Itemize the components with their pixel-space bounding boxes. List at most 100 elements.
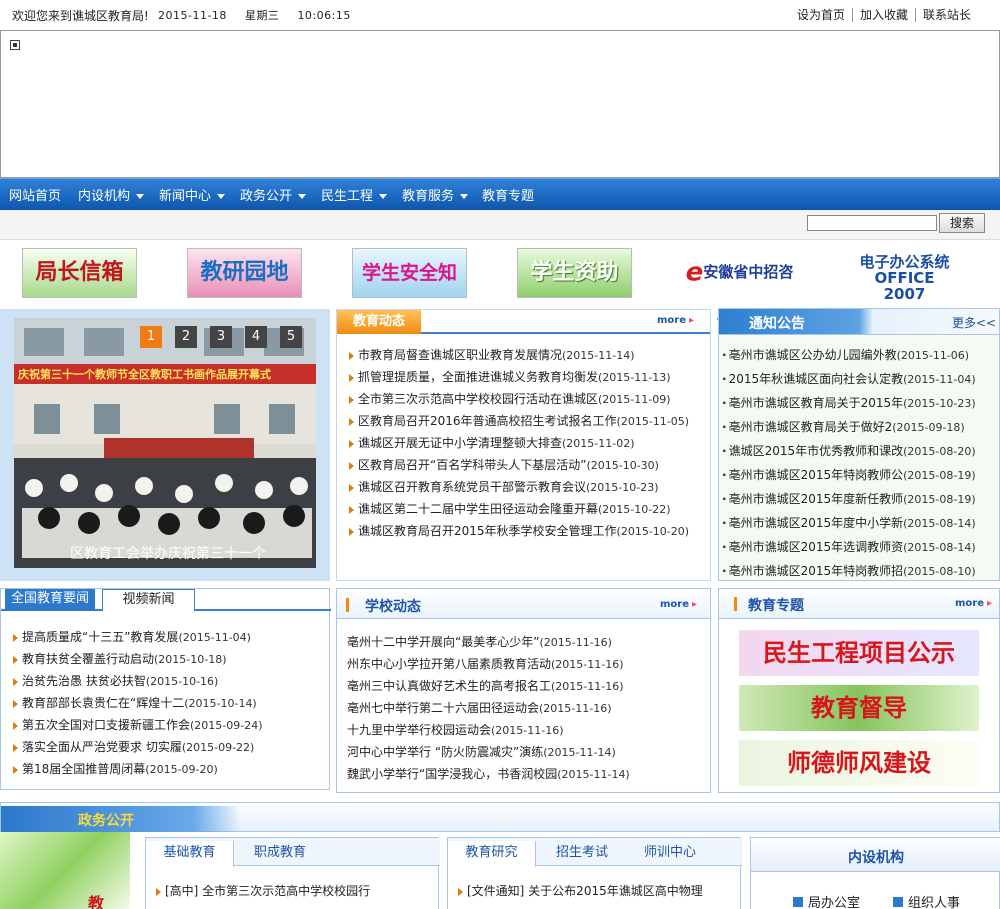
notices-more-link[interactable]: 更多<< [952, 314, 996, 331]
list-item[interactable]: 市教育局督查谯城区职业教育发展情况(2015-11-14) [349, 344, 689, 366]
student-aid-banner[interactable]: 学生资助 [517, 248, 632, 298]
slide-page-2[interactable]: 2 [175, 326, 197, 348]
list-item[interactable]: 提高质量成“十三五”教育发展(2015-11-04) [13, 626, 263, 648]
e-office-banner[interactable]: 电子办公系统 OFFICE 2007 [852, 248, 957, 302]
nav-departments[interactable]: 内设机构 [78, 185, 145, 204]
list-item[interactable]: 亳州市谯城区2015年特岗教师公(2015-08-19) [722, 463, 976, 487]
top-bar: 欢迎您来到谯城区教育局! 2015-11-18 星期三 10:06:15 设为首… [0, 0, 1000, 30]
list-item[interactable]: 2015年秋谯城区面向社会认定教(2015-11-04) [722, 367, 976, 391]
broken-image-icon [10, 40, 20, 50]
ceremony-photo: 庆祝第三十一个教师节全区教职工书画作品展开幕式 区教育工会举办庆祝第三十一个 [14, 318, 316, 568]
nav-livelihood[interactable]: 民生工程 [321, 185, 388, 204]
time-text: 10:06:15 [297, 9, 351, 22]
edu-supervision-banner[interactable]: 教育督导 [739, 685, 979, 731]
student-safety-banner[interactable]: 学生安全知识 [352, 248, 467, 332]
director-mailbox-banner[interactable]: 局长信箱 [22, 248, 137, 298]
list-item[interactable]: 教育扶贫全覆盖行动启动(2015-10-18) [13, 648, 263, 670]
school-news-list: 亳州十二中学开展向“最美孝心少年”(2015-11-16) 州东中心小学拉开第八… [347, 631, 630, 785]
slide-banner-text: 庆祝第三十一个教师节全区教职工书画作品展开幕式 [17, 367, 271, 381]
list-item[interactable]: 亳州市谯城区教育局关于2015年(2015-10-23) [722, 391, 976, 415]
teaching-research-banner[interactable]: 教研园地 [187, 248, 302, 298]
list-item[interactable]: [高中] 全市第三次示范高中学校校园行 [156, 880, 370, 902]
top-links: 设为首页 加入收藏 联系站长 [790, 6, 978, 23]
list-item[interactable]: 落实全面从严治党要求 切实履(2015-09-22) [13, 736, 263, 758]
basic-edu-panel: 基础教育 职成教育 [高中] 全市第三次示范高中学校校园行 [145, 837, 440, 909]
tab-national-news[interactable]: 全国教育要闻 [5, 589, 95, 611]
list-item[interactable]: 魏武小学举行“国学浸我心，书香润校园(2015-11-14) [347, 763, 630, 785]
tab-edu-research[interactable]: 教育研究 [448, 841, 536, 867]
notices-title: 通知公告 [749, 316, 805, 332]
school-news-more-link[interactable]: more [660, 599, 697, 610]
list-item[interactable]: 谯城区召开教育系统党员干部警示教育会议(2015-10-23) [349, 476, 689, 498]
education-news-more-link[interactable]: more [657, 315, 694, 326]
list-item[interactable]: 亳州市谯城区教育局关于做好2(2015-09-18) [722, 415, 976, 439]
list-item[interactable]: 全市第三次示范高中学校校园行活动在谯城区(2015-11-09) [349, 388, 689, 410]
list-item[interactable]: 区教育局召开2016年普通高校招生考试报名工作(2015-11-05) [349, 410, 689, 432]
list-item[interactable]: 亳州市谯城区2015年度中小学新(2015-08-14) [722, 511, 976, 535]
decorative-flower-image: 教 [0, 832, 130, 909]
nav-news-center[interactable]: 新闻中心 [159, 185, 226, 204]
list-item[interactable]: 亳州市谯城区2015年选调教师资(2015-08-14) [722, 535, 976, 559]
set-homepage-link[interactable]: 设为首页 [790, 8, 852, 22]
list-item[interactable]: 谯城区开展无证中小学清理整顿大排查(2015-11-02) [349, 432, 689, 454]
list-item[interactable]: 州东中心小学拉开第八届素质教育活动(2015-11-16) [347, 653, 630, 675]
list-item[interactable]: 亳州十二中学开展向“最美孝心少年”(2015-11-16) [347, 631, 630, 653]
list-item[interactable]: 抓管理提质量，全面推进谯城义务教育均衡发(2015-11-13) [349, 366, 689, 388]
livelihood-projects-banner[interactable]: 民生工程项目公示 [739, 630, 979, 676]
main-nav: 网站首页 内设机构 新闻中心 政务公开 民生工程 教育服务 教育专题 [0, 178, 1000, 210]
list-item[interactable]: 第18届全国推普周闭幕(2015-09-20) [13, 758, 263, 780]
slide-page-5[interactable]: 5 [280, 326, 302, 348]
welcome-text: 欢迎您来到谯城区教育局! [12, 9, 149, 23]
tab-admissions[interactable]: 招生考试 [540, 841, 624, 867]
tab-teacher-training[interactable]: 师训中心 [628, 841, 712, 867]
slideshow-caption: 区教育工会举办庆祝第三十一个 [70, 545, 266, 562]
section-marker-icon [346, 598, 349, 612]
nav-edu-topics[interactable]: 教育专题 [482, 185, 534, 204]
teacher-ethics-banner[interactable]: 师德师风建设 [739, 740, 979, 786]
chevron-down-icon [298, 194, 307, 199]
slideshow-image[interactable]: 庆祝第三十一个教师节全区教职工书画作品展开幕式 区教育工会举办庆祝第三十一个 1… [14, 318, 316, 568]
education-news-title: 教育动态 [337, 310, 421, 334]
search-input[interactable] [807, 215, 937, 231]
list-item[interactable]: 治贫先治愚 扶贫必扶智(2015-10-16) [13, 670, 263, 692]
dept-personnel-link[interactable]: 组织人事 [893, 892, 960, 909]
tab-vocational-education[interactable]: 职成教育 [238, 841, 322, 867]
slide-page-3[interactable]: 3 [210, 326, 232, 348]
slide-page-4[interactable]: 4 [245, 326, 267, 348]
basic-edu-list: [高中] 全市第三次示范高中学校校园行 [156, 880, 370, 902]
list-item[interactable]: [文件通知] 关于公布2015年谯城区高中物理 [458, 880, 703, 902]
add-favorite-link[interactable]: 加入收藏 [851, 8, 915, 22]
list-item[interactable]: 第五次全国对口支援新疆工作会(2015-09-24) [13, 714, 263, 736]
tab-video-news[interactable]: 视频新闻 [102, 589, 195, 611]
special-topics-more-link[interactable]: more [955, 598, 992, 609]
nav-home[interactable]: 网站首页 [9, 185, 61, 204]
list-item[interactable]: 十九里中学举行校园运动会(2015-11-16) [347, 719, 630, 741]
chevron-down-icon [136, 194, 145, 199]
tab-basic-education[interactable]: 基础教育 [146, 841, 234, 867]
banner-frame [0, 30, 1000, 178]
special-topics-panel: 教育专题 more 民生工程项目公示 教育督导 师德师风建设 [718, 588, 1000, 793]
list-item[interactable]: 河中心中学举行 “防火防震减灾”演练(2015-11-14) [347, 741, 630, 763]
dept-office-link[interactable]: 局办公室 [793, 892, 860, 909]
list-item[interactable]: 教育部部长袁贵仁在“辉煌十二(2015-10-14) [13, 692, 263, 714]
list-item[interactable]: 亳州市谯城区2015年特岗教师招(2015-08-10) [722, 559, 976, 583]
dept-icon [793, 897, 803, 907]
list-item[interactable]: 亳州三中认真做好艺术生的高考报名工(2015-11-16) [347, 675, 630, 697]
special-topics-title: 教育专题 [748, 598, 804, 614]
list-item[interactable]: 谯城区教育局召开2015年秋季学校安全管理工作(2015-10-20) [349, 520, 689, 542]
list-item[interactable]: 区教育局召开“百名学科带头人下基层活动”(2015-10-30) [349, 454, 689, 476]
departments-panel: 内设机构 局办公室 组织人事 [750, 837, 1000, 909]
search-button[interactable]: 搜索 [939, 213, 985, 233]
list-item[interactable]: 谯城区第二十二届中学生田径运动会隆重开幕(2015-10-22) [349, 498, 689, 520]
list-item[interactable]: 亳州市谯城区2015年度新任教师(2015-08-19) [722, 487, 976, 511]
chevron-down-icon [217, 194, 226, 199]
list-item[interactable]: 谯城区2015年市优秀教师和课改(2015-08-20) [722, 439, 976, 463]
nav-edu-services[interactable]: 教育服务 [402, 185, 469, 204]
nav-gov-affairs[interactable]: 政务公开 [240, 185, 307, 204]
enrollment-platform-banner[interactable]: e安徽省中招咨询平台 [682, 248, 797, 330]
edu-research-list: [文件通知] 关于公布2015年谯城区高中物理 [458, 880, 703, 902]
list-item[interactable]: 亳州市谯城区公办幼儿园编外教(2015-11-06) [722, 343, 976, 367]
slide-page-1[interactable]: 1 [140, 326, 162, 348]
contact-admin-link[interactable]: 联系站长 [914, 8, 978, 22]
list-item[interactable]: 亳州七中举行第二十六届田径运动会(2015-11-16) [347, 697, 630, 719]
